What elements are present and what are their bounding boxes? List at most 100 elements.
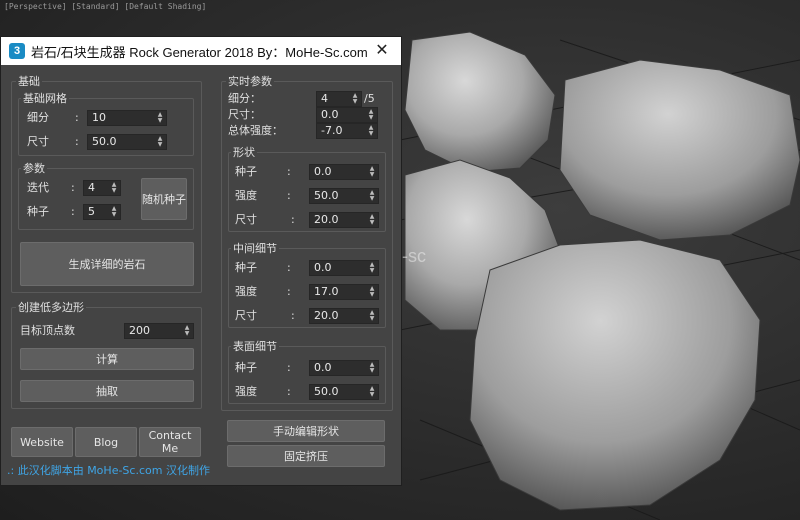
target-vertices-value[interactable]: 200 (129, 324, 150, 338)
mesh-size-spinner[interactable]: 50.0 ▲ ▼ (87, 134, 167, 150)
rt-strength-value[interactable]: -7.0 (321, 124, 342, 138)
titlebar[interactable]: 3 岩石/石块生成器 Rock Generator 2018 By：MoHe-S… (1, 37, 401, 65)
fix-squeeze-button[interactable]: 固定挤压 (227, 445, 385, 467)
colon: : (287, 285, 291, 298)
surface-seed-spinner[interactable]: 0.0 ▲ ▼ (309, 360, 379, 376)
blog-button[interactable]: Blog (75, 427, 137, 457)
shape-seed-spinner[interactable]: 0.0 ▲ ▼ (309, 164, 379, 180)
mid-strength-value[interactable]: 17.0 (314, 285, 339, 299)
spinner-arrows-icon[interactable]: ▲ ▼ (368, 385, 376, 399)
mid-detail-group-label: 中间细节 (231, 242, 279, 255)
colon: : (71, 181, 75, 194)
surface-detail-group-label: 表面细节 (231, 340, 279, 353)
spinner-arrows-icon[interactable]: ▲ ▼ (368, 285, 376, 299)
mid-seed-label: 种子 (235, 261, 257, 274)
shape-size-spinner[interactable]: 20.0 ▲ ▼ (309, 212, 379, 228)
spinner-arrows-icon[interactable]: ▲ ▼ (368, 261, 376, 275)
spinner-arrows-icon[interactable]: ▲ ▼ (368, 361, 376, 375)
mid-size-spinner[interactable]: 20.0 ▲ ▼ (309, 308, 379, 324)
params-group-label: 参数 (21, 162, 47, 175)
mesh-group-label: 基础网格 (21, 92, 69, 105)
mid-seed-spinner[interactable]: 0.0 ▲ ▼ (309, 260, 379, 276)
rt-strength-spinner[interactable]: -7.0 ▲ ▼ (316, 123, 378, 139)
spinner-arrows-icon[interactable]: ▲ ▼ (183, 324, 191, 338)
surface-strength-value[interactable]: 50.0 (314, 385, 339, 399)
random-seed-button[interactable]: 随机种子 (141, 178, 187, 220)
rt-subdiv-label: 细分： (228, 92, 261, 105)
mid-strength-label: 强度 (235, 285, 257, 298)
spinner-arrows-icon[interactable]: ▲ ▼ (156, 135, 164, 149)
spinner-arrows-icon[interactable]: ▲ ▼ (110, 181, 118, 195)
colon: : (287, 361, 291, 374)
seed-label: 种子 (27, 205, 49, 218)
rt-size-value[interactable]: 0.0 (321, 108, 339, 122)
shape-strength-label: 强度 (235, 189, 257, 202)
close-icon[interactable]: ✕ (373, 41, 391, 59)
shape-strength-spinner[interactable]: 50.0 ▲ ▼ (309, 188, 379, 204)
surface-seed-label: 种子 (235, 361, 257, 374)
spinner-arrows-icon[interactable]: ▲ ▼ (351, 92, 359, 106)
rock-generator-dialog: 3 岩石/石块生成器 Rock Generator 2018 By：MoHe-S… (0, 36, 402, 486)
spinner-arrows-icon[interactable]: ▲ ▼ (367, 108, 375, 122)
rt-size-spinner[interactable]: 0.0 ▲ ▼ (316, 107, 378, 123)
iter-label: 迭代 (27, 181, 49, 194)
localization-credit: .: 此汉化脚本由 MoHe-Sc.com 汉化制作 (7, 464, 210, 477)
colon: : (291, 309, 295, 322)
spinner-arrows-icon[interactable]: ▲ ▼ (110, 205, 118, 219)
iter-value[interactable]: 4 (88, 181, 95, 195)
edit-shape-button[interactable]: 手动编辑形状 (227, 420, 385, 442)
mesh-size-label: 尺寸 (27, 135, 49, 148)
lowpoly-group-label: 创建低多边形 (16, 301, 86, 314)
3dsmax-app-icon: 3 (9, 43, 25, 59)
surface-seed-value[interactable]: 0.0 (314, 361, 332, 375)
colon: : (75, 135, 79, 148)
spinner-arrows-icon[interactable]: ▲ ▼ (156, 111, 164, 125)
shape-size-value[interactable]: 20.0 (314, 213, 339, 227)
extract-button[interactable]: 抽取 (20, 380, 194, 402)
generate-rock-button[interactable]: 生成详细的岩石 (20, 242, 194, 286)
rt-subdiv-max: /5 (364, 92, 375, 105)
shape-seed-value[interactable]: 0.0 (314, 165, 332, 179)
seed-spinner[interactable]: 5 ▲ ▼ (83, 204, 121, 220)
surface-strength-spinner[interactable]: 50.0 ▲ ▼ (309, 384, 379, 400)
colon: : (287, 261, 291, 274)
mid-seed-value[interactable]: 0.0 (314, 261, 332, 275)
mid-detail-group: 中间细节 种子 : 0.0 ▲ ▼ 强度 : 17.0 ▲ ▼ 尺寸 : 20.0 … (228, 242, 386, 328)
surface-detail-group: 表面细节 种子 : 0.0 ▲ ▼ 强度 : 50.0 ▲ ▼ (228, 340, 386, 404)
mid-size-value[interactable]: 20.0 (314, 309, 339, 323)
realtime-group-label: 实时参数 (226, 75, 274, 88)
mesh-subdiv-spinner[interactable]: 10 ▲ ▼ (87, 110, 167, 126)
rt-subdiv-spinner[interactable]: 4 ▲ ▼ (316, 91, 362, 107)
spinner-arrows-icon[interactable]: ▲ ▼ (368, 309, 376, 323)
calculate-button[interactable]: 计算 (20, 348, 194, 370)
shape-size-label: 尺寸 (235, 213, 257, 226)
spinner-arrows-icon[interactable]: ▲ ▼ (368, 189, 376, 203)
colon: : (287, 385, 291, 398)
shape-group-label: 形状 (231, 146, 257, 159)
iter-spinner[interactable]: 4 ▲ ▼ (83, 180, 121, 196)
mesh-size-value[interactable]: 50.0 (92, 135, 117, 149)
rt-size-label: 尺寸： (228, 108, 261, 121)
shape-strength-value[interactable]: 50.0 (314, 189, 339, 203)
target-vertices-spinner[interactable]: 200 ▲ ▼ (124, 323, 194, 339)
colon: : (287, 165, 291, 178)
mesh-subdiv-value[interactable]: 10 (92, 111, 106, 125)
spinner-arrows-icon[interactable]: ▲ ▼ (368, 213, 376, 227)
rt-subdiv-value[interactable]: 4 (321, 92, 328, 106)
spinner-arrows-icon[interactable]: ▲ ▼ (367, 124, 375, 138)
basic-group-label: 基础 (16, 75, 42, 88)
realtime-group: 实时参数 细分： 4 ▲ ▼ /5 尺寸： 0.0 ▲ ▼ 总体强度： -7.0 ▲… (221, 75, 393, 411)
mid-strength-spinner[interactable]: 17.0 ▲ ▼ (309, 284, 379, 300)
spinner-arrows-icon[interactable]: ▲ ▼ (368, 165, 376, 179)
colon: : (71, 205, 75, 218)
basic-group: 基础 基础网格 细分 : 10 ▲ ▼ 尺寸 : 50.0 ▲ ▼ 参数 迭代 : … (11, 75, 202, 293)
surface-strength-label: 强度 (235, 385, 257, 398)
website-button[interactable]: Website (11, 427, 73, 457)
seed-value[interactable]: 5 (88, 205, 95, 219)
shape-seed-label: 种子 (235, 165, 257, 178)
colon: : (291, 213, 295, 226)
rt-strength-label: 总体强度： (228, 124, 283, 137)
lowpoly-group: 创建低多边形 目标顶点数 200 ▲ ▼ 计算 抽取 (11, 301, 202, 409)
contact-button[interactable]: Contact Me (139, 427, 201, 457)
shape-group: 形状 种子 : 0.0 ▲ ▼ 强度 : 50.0 ▲ ▼ 尺寸 : 20.0 ▲ ▼ (228, 146, 386, 232)
